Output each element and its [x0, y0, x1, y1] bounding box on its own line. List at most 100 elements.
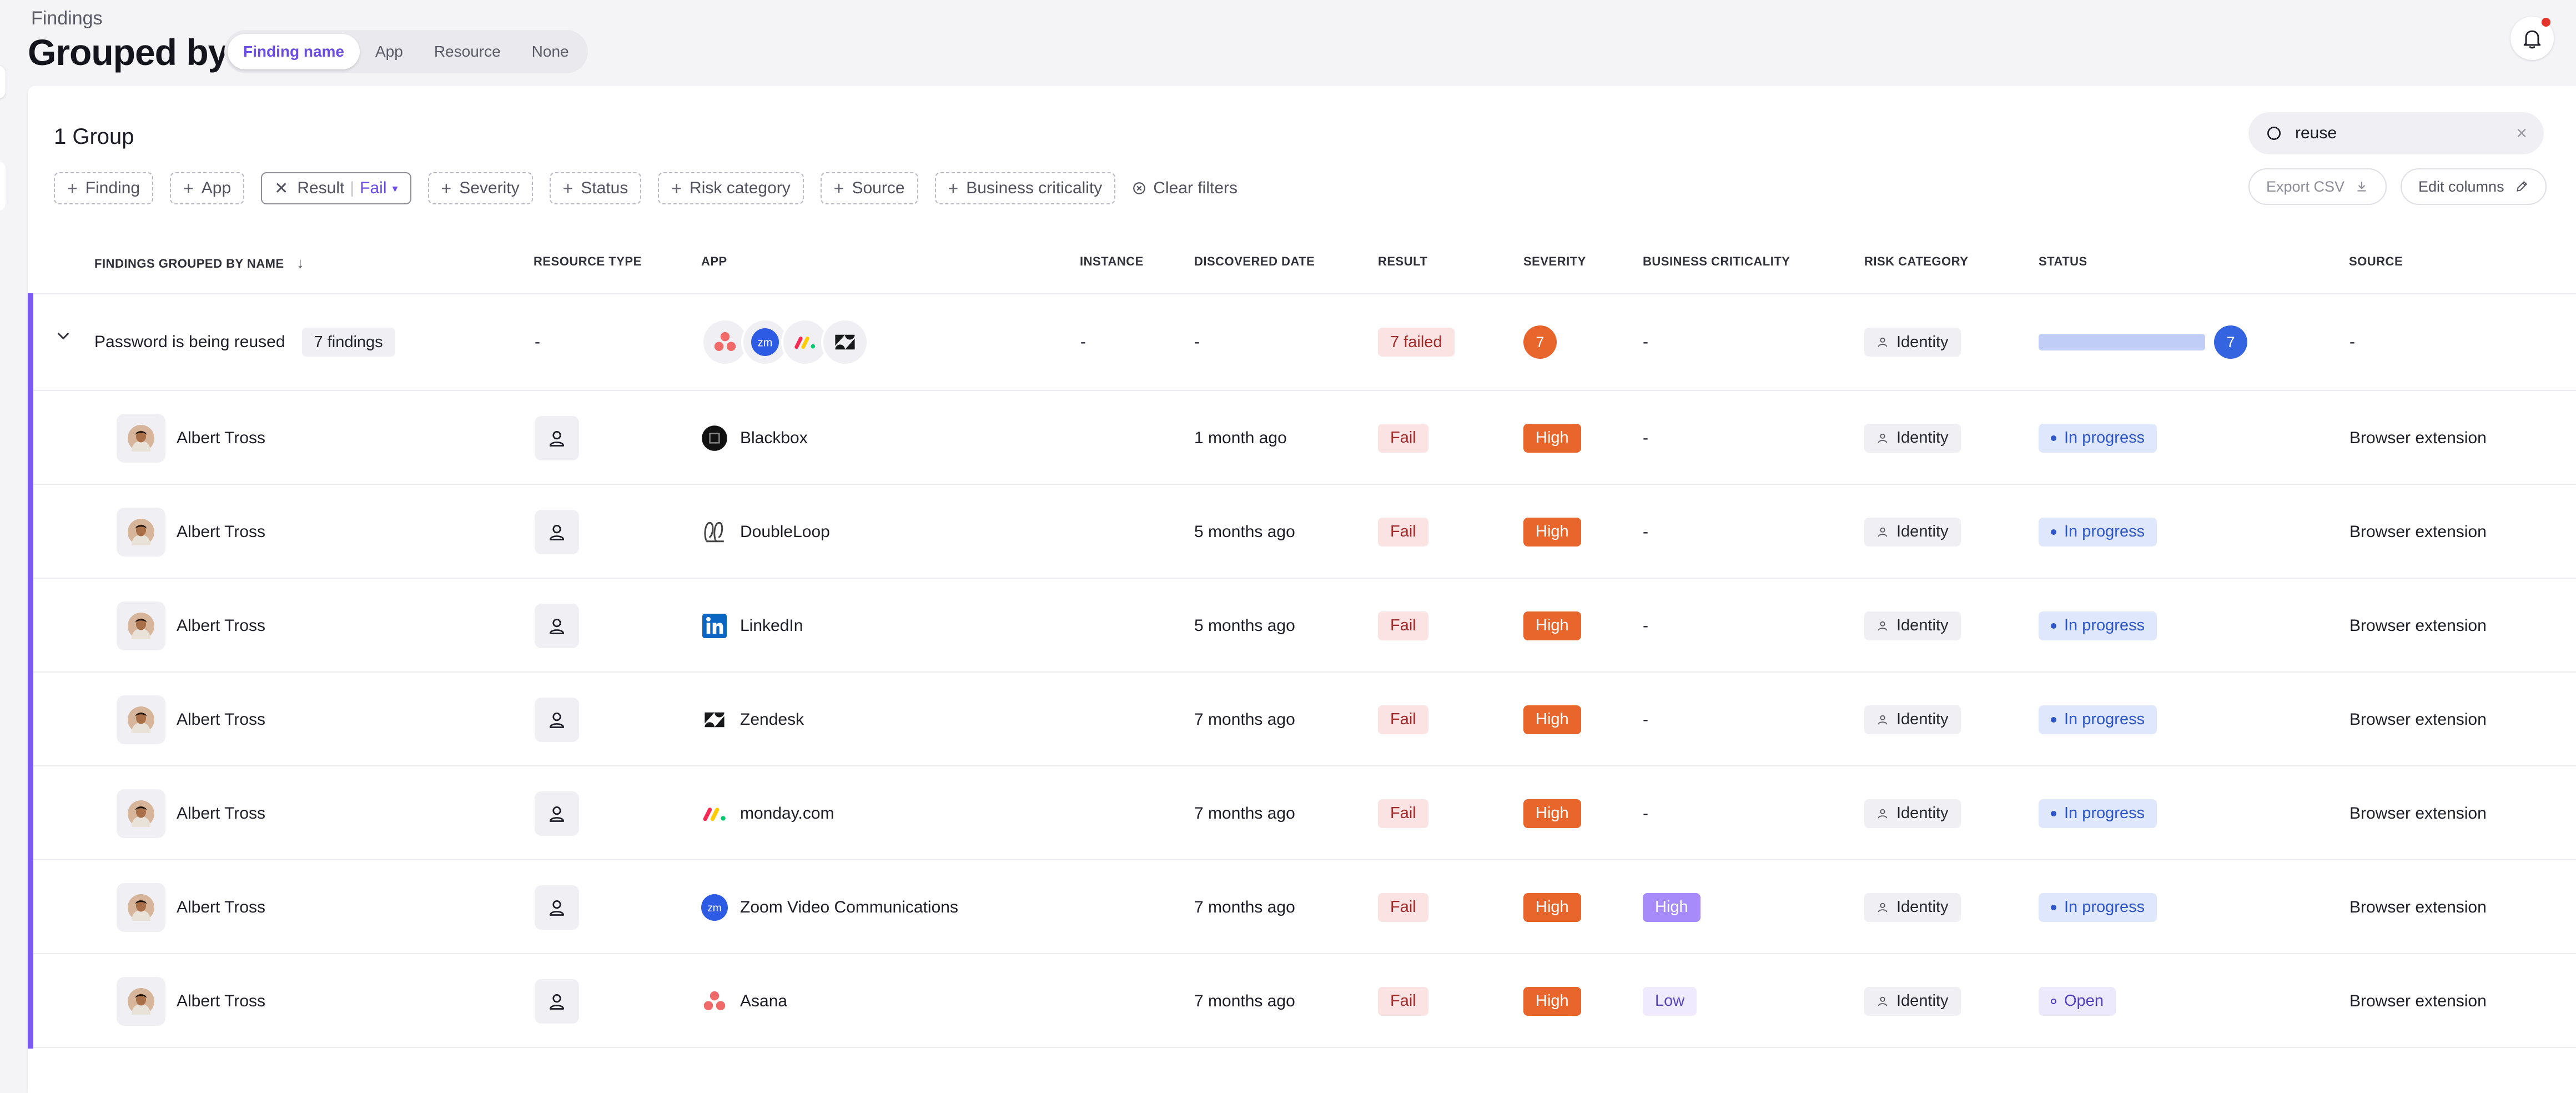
- discovered-cell: 7 months ago: [1194, 991, 1295, 1010]
- column-header-status[interactable]: STATUS: [2039, 254, 2087, 269]
- avatar: [117, 507, 165, 556]
- findings-count-badge: 7 findings: [301, 328, 395, 357]
- result-cell: Fail: [1378, 391, 1428, 485]
- export-csv-button[interactable]: Export CSV: [2248, 168, 2387, 205]
- search-input[interactable]: [2294, 123, 2517, 143]
- resource-type-cell: [535, 485, 579, 579]
- business-cell: -: [1643, 710, 1648, 729]
- plus-icon: +: [562, 178, 573, 198]
- filter-app[interactable]: + App: [170, 172, 245, 204]
- group-discovered: -: [1194, 333, 1200, 351]
- column-header-source[interactable]: SOURCE: [2349, 254, 2403, 269]
- table-row[interactable]: Albert Tross DoubleLoop 5 months ago Fai…: [33, 485, 2576, 579]
- status-badge[interactable]: In progress: [2039, 799, 2157, 828]
- risk-label: Identity: [1896, 523, 1949, 540]
- tab-finding-name[interactable]: Finding name: [228, 34, 360, 69]
- remove-filter-icon[interactable]: ✕: [274, 179, 288, 198]
- column-header-discovered-date[interactable]: DISCOVERED DATE: [1194, 254, 1315, 269]
- source-cell: Browser extension: [2349, 710, 2487, 729]
- result-badge: Fail: [1378, 705, 1428, 734]
- column-header-business-criticality[interactable]: BUSINESS CRITICALITY: [1643, 254, 1790, 269]
- table-row[interactable]: Albert Tross Zendesk 7 months ago Fail H…: [33, 673, 2576, 766]
- doubleloop-icon: [701, 519, 728, 545]
- table-row[interactable]: Albert Tross Blackbox 1 month ago Fail H…: [33, 391, 2576, 485]
- business-cell: -: [1643, 428, 1648, 447]
- risk-label: Identity: [1896, 804, 1949, 822]
- plus-icon: +: [671, 178, 682, 198]
- table-row[interactable]: Albert Tross LinkedIn 5 months ago Fail …: [33, 579, 2576, 673]
- severity-cell: High: [1523, 485, 1581, 579]
- table-row[interactable]: Albert Tross Zoom Video Communications 7…: [33, 860, 2576, 954]
- search-box[interactable]: ×: [2248, 112, 2544, 154]
- edit-columns-button[interactable]: Edit columns: [2401, 168, 2547, 205]
- expand-chevron-icon[interactable]: [54, 327, 72, 344]
- sort-down-icon[interactable]: ↓: [296, 254, 304, 271]
- result-cell: Fail: [1378, 766, 1428, 860]
- column-header-app[interactable]: APP: [701, 254, 727, 269]
- filter-status[interactable]: + Status: [549, 172, 642, 204]
- status-badge[interactable]: In progress: [2039, 517, 2157, 546]
- user-cell: Albert Tross: [117, 766, 265, 860]
- result-cell: Fail: [1378, 485, 1428, 579]
- status-badge[interactable]: Open: [2039, 986, 2116, 1016]
- tab-app[interactable]: App: [360, 34, 419, 69]
- user-icon: [535, 697, 579, 742]
- clear-search-icon[interactable]: ×: [2516, 123, 2527, 144]
- status-label: In progress: [2064, 710, 2145, 728]
- column-header-result[interactable]: RESULT: [1378, 254, 1427, 269]
- group-row[interactable]: Password is being reused 7 findings - - …: [33, 293, 2576, 391]
- filter-risk-category[interactable]: + Risk category: [658, 172, 804, 204]
- status-label: In progress: [2064, 429, 2145, 447]
- resource-type-cell: [535, 579, 579, 673]
- sidebar-toggle-handle[interactable]: [0, 66, 6, 99]
- clear-filters-button[interactable]: Clear filters: [1132, 179, 1237, 198]
- user-name: Albert Tross: [177, 428, 266, 447]
- filter-severity[interactable]: + Severity: [427, 172, 533, 204]
- business-cell: Low: [1643, 954, 1697, 1048]
- user-cell: Albert Tross: [117, 485, 265, 579]
- edit-columns-label: Edit columns: [2418, 178, 2504, 195]
- tab-none[interactable]: None: [516, 34, 585, 69]
- filter-result-applied[interactable]: ✕ Result | Fail ▾: [261, 172, 411, 204]
- user-icon: [535, 415, 579, 460]
- severity-badge: High: [1523, 986, 1581, 1016]
- column-header-instance[interactable]: INSTANCE: [1080, 254, 1144, 269]
- table-row[interactable]: Albert Tross Asana 7 months ago Fail Hig…: [33, 954, 2576, 1048]
- severity-cell: High: [1523, 860, 1581, 954]
- notifications-button[interactable]: [2510, 17, 2554, 60]
- risk-cell: Identity: [1864, 766, 1961, 860]
- result-cell: Fail: [1378, 860, 1428, 954]
- filter-source[interactable]: + Source: [820, 172, 918, 204]
- source-cell: Browser extension: [2349, 428, 2487, 447]
- column-header-severity[interactable]: SEVERITY: [1523, 254, 1586, 269]
- person-icon: [1876, 336, 1889, 348]
- filter-business-criticality[interactable]: + Business criticality: [934, 172, 1116, 204]
- status-dot-icon: [2051, 435, 2056, 441]
- result-cell: Fail: [1378, 579, 1428, 673]
- group-app-cell: [701, 293, 869, 391]
- status-badge[interactable]: In progress: [2039, 893, 2157, 922]
- user-icon: [535, 979, 579, 1024]
- column-header-risk-category[interactable]: RISK CATEGORY: [1864, 254, 1968, 269]
- risk-label: Identity: [1896, 429, 1949, 447]
- table-header: FINDINGS GROUPED BY NAME ↓ RESOURCE TYPE…: [28, 242, 2576, 294]
- clear-circle-icon: [1133, 182, 1146, 194]
- breadcrumb[interactable]: Findings: [31, 8, 103, 29]
- column-header-name[interactable]: FINDINGS GROUPED BY NAME ↓: [94, 254, 304, 272]
- avatar: [117, 601, 165, 650]
- status-badge[interactable]: In progress: [2039, 611, 2157, 640]
- risk-badge: Identity: [1864, 893, 1961, 922]
- app-name: Zendesk: [740, 710, 804, 729]
- filter-finding[interactable]: + Finding: [54, 172, 154, 204]
- pencil-icon: [2516, 181, 2527, 192]
- tab-resource[interactable]: Resource: [419, 34, 516, 69]
- avatar: [117, 789, 165, 838]
- status-badge[interactable]: In progress: [2039, 705, 2157, 734]
- sidebar-edge: [0, 161, 6, 211]
- result-badge: Fail: [1378, 611, 1428, 640]
- column-header-resource-type[interactable]: RESOURCE TYPE: [534, 254, 642, 269]
- plus-icon: +: [67, 178, 78, 198]
- table-row[interactable]: Albert Tross monday.com 7 months ago Fai…: [33, 766, 2576, 860]
- status-badge[interactable]: In progress: [2039, 423, 2157, 453]
- person-icon: [1876, 808, 1889, 820]
